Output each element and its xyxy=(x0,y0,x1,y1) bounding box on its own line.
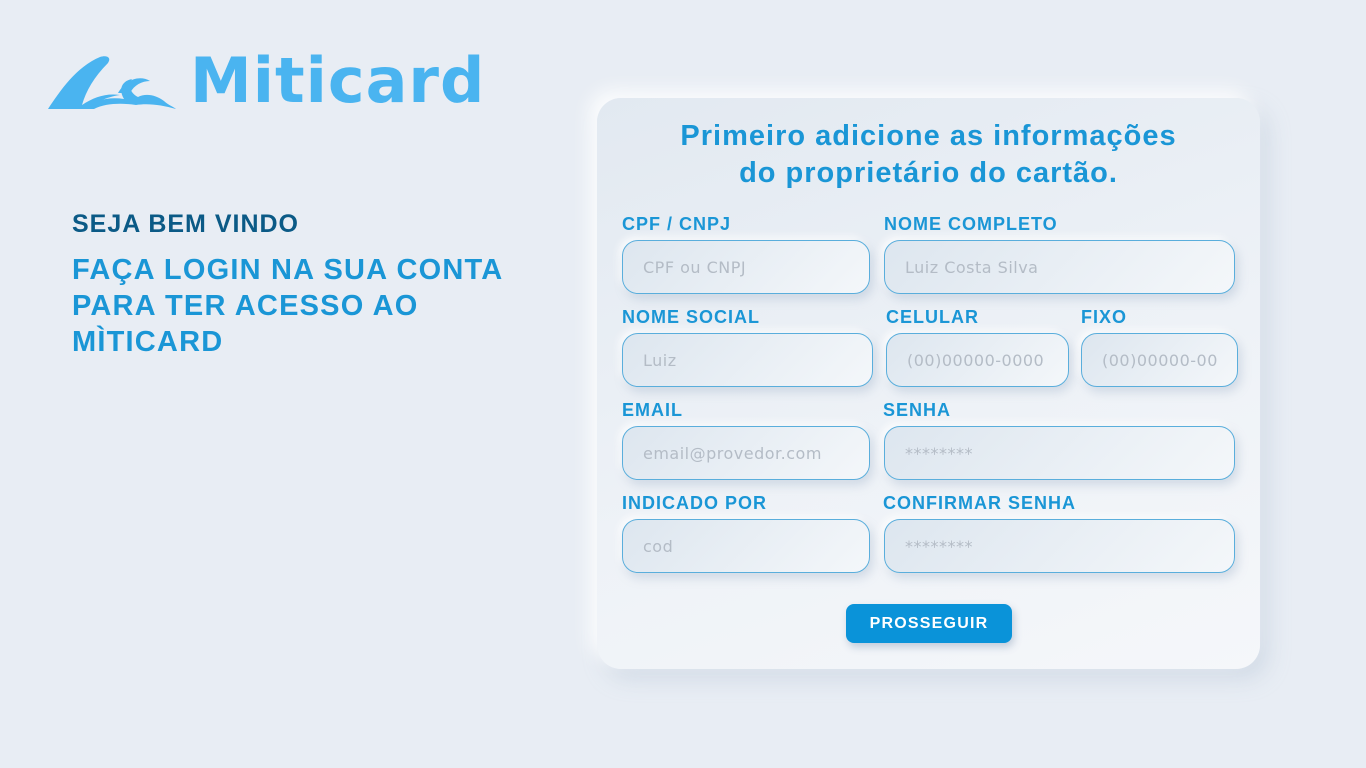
full-name-label: NOME COMPLETO xyxy=(884,214,1058,234)
referral-input[interactable] xyxy=(622,519,870,573)
registration-card: Primeiro adicione as informações do prop… xyxy=(597,98,1260,669)
social-name-input[interactable] xyxy=(622,333,873,387)
social-name-label: NOME SOCIAL xyxy=(622,307,761,327)
brand-name: Miticard xyxy=(190,44,486,117)
form-title-line-1: Primeiro adicione as informações xyxy=(680,120,1177,152)
email-input[interactable] xyxy=(622,426,870,480)
shark-fin-wave-icon xyxy=(48,56,176,109)
welcome-text: SEJA BEM VINDO xyxy=(72,210,300,238)
form-title: Primeiro adicione as informações do prop… xyxy=(597,118,1260,192)
brand-logo: Miticard xyxy=(48,50,485,112)
mobile-input[interactable] xyxy=(886,333,1069,387)
login-headline: FAÇA LOGIN NA SUA CONTA PARA TER ACESSO … xyxy=(72,254,503,358)
password-label: SENHA xyxy=(883,400,952,420)
landline-label: FIXO xyxy=(1081,307,1128,327)
proceed-button[interactable]: PROSSEGUIR xyxy=(846,604,1012,643)
password-input[interactable] xyxy=(884,426,1235,480)
mobile-label: CELULAR xyxy=(886,307,979,327)
cpf-label: CPF / CNPJ xyxy=(622,214,732,234)
cpf-input[interactable] xyxy=(622,240,870,294)
full-name-input[interactable] xyxy=(884,240,1235,294)
form-title-line-2: do proprietário do cartão. xyxy=(739,157,1118,189)
referral-label: INDICADO POR xyxy=(622,493,768,513)
email-label: EMAIL xyxy=(622,400,683,420)
landline-input[interactable] xyxy=(1081,333,1238,387)
confirm-password-label: CONFIRMAR SENHA xyxy=(883,493,1076,513)
confirm-password-input[interactable] xyxy=(884,519,1235,573)
